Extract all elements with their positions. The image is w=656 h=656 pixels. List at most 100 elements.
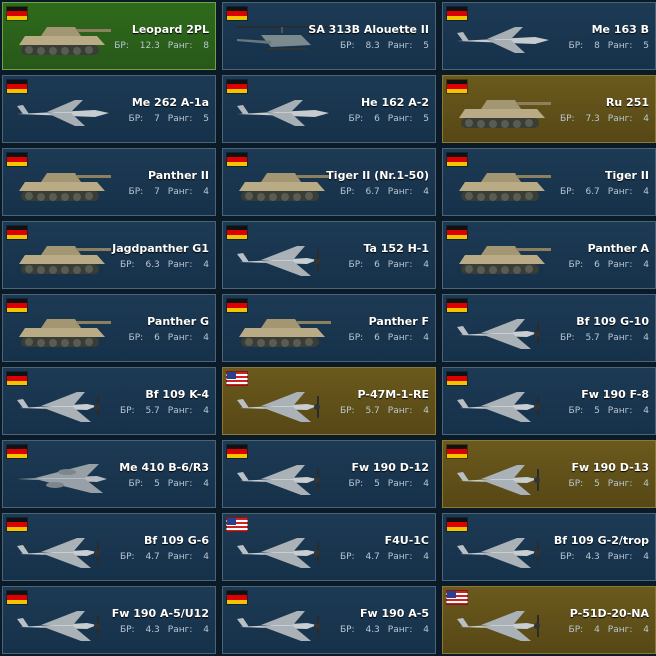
vehicle-name: Ru 251 <box>605 96 649 109</box>
vehicle-name: Leopard 2PL <box>131 23 209 36</box>
vehicle-card[interactable]: Bf 109 G-10 БР: 5.7 Ранг: 4 <box>442 294 656 362</box>
br-stat: БР: 6 <box>348 114 380 124</box>
br-stat: БР: 12.3 <box>114 41 160 51</box>
vehicle-card[interactable]: Bf 109 G-6 БР: 4.7 Ранг: 4 <box>2 513 216 581</box>
vehicle-card[interactable]: SA 313B Alouette II БР: 8.3 Ранг: 5 <box>222 2 436 70</box>
br-stat: БР: 5.7 <box>559 333 600 343</box>
rank-stat: Ранг: 4 <box>387 552 429 562</box>
vehicle-card[interactable]: Bf 109 K-4 БР: 5.7 Ранг: 4 <box>2 367 216 435</box>
vehicle-stats: БР: 6 Ранг: 5 <box>349 114 429 124</box>
vehicle-card[interactable]: Fw 190 A-5/U12 БР: 4.3 Ранг: 4 <box>2 586 216 654</box>
vehicle-stats: БР: 5 Ранг: 4 <box>349 479 429 489</box>
vehicle-image <box>237 246 320 276</box>
vehicle-card[interactable]: Leopard 2PL БР: 12.3 Ранг: 8 <box>2 2 216 70</box>
vehicle-image <box>237 392 320 422</box>
br-stat: БР: 7.3 <box>559 114 600 124</box>
vehicle-name: Fw 190 A-5/U12 <box>111 607 209 620</box>
rank-stat: Ранг: 8 <box>167 41 209 51</box>
vehicle-card[interactable]: F4U-1C БР: 4.7 Ранг: 4 <box>222 513 436 581</box>
vehicle-stats: БР: 6 Ранг: 4 <box>349 260 429 270</box>
vehicle-stats: БР: 6.7 Ранг: 4 <box>560 187 649 197</box>
br-stat: БР: 5 <box>568 406 600 416</box>
rank-stat: Ранг: 4 <box>167 479 209 489</box>
rank-stat: Ранг: 4 <box>167 187 209 197</box>
vehicle-card[interactable]: Fw 190 D-13 БР: 5 Ранг: 4 <box>442 440 656 508</box>
br-stat: БР: 4.7 <box>339 552 380 562</box>
vehicle-stats: БР: 4.3 Ранг: 4 <box>120 625 209 635</box>
vehicle-image <box>457 392 540 422</box>
vehicle-image <box>17 464 107 493</box>
vehicle-stats: БР: 8.3 Ранг: 5 <box>340 41 429 51</box>
vehicle-card[interactable]: Bf 109 G-2/trop БР: 4.3 Ранг: 4 <box>442 513 656 581</box>
vehicle-image <box>457 319 540 349</box>
rank-stat: Ранг: 5 <box>387 41 429 51</box>
vehicle-name: Panther II <box>147 169 209 182</box>
vehicle-name: Me 163 B <box>591 23 649 36</box>
vehicle-name: Me 262 A-1a <box>131 96 209 109</box>
rank-stat: Ранг: 4 <box>387 260 429 270</box>
vehicle-name: Fw 190 A-5 <box>359 607 429 620</box>
vehicle-card[interactable]: Fw 190 A-5 БР: 4.3 Ранг: 4 <box>222 586 436 654</box>
br-stat: БР: 6 <box>568 260 600 270</box>
vehicle-card[interactable]: Tiger II БР: 6.7 Ранг: 4 <box>442 148 656 216</box>
vehicle-card[interactable]: Panther II БР: 7 Ранг: 4 <box>2 148 216 216</box>
vehicle-stats: БР: 6 Ранг: 4 <box>569 260 649 270</box>
vehicle-name: P-47M-1-RE <box>357 388 429 401</box>
vehicle-stats: БР: 12.3 Ранг: 8 <box>114 41 209 51</box>
vehicle-card[interactable]: Ru 251 БР: 7.3 Ранг: 4 <box>442 75 656 143</box>
vehicle-name: Fw 190 D-12 <box>351 461 429 474</box>
vehicle-card[interactable]: Panther A БР: 6 Ранг: 4 <box>442 221 656 289</box>
vehicle-name: Fw 190 D-13 <box>571 461 649 474</box>
vehicle-stats: БР: 5 Ранг: 4 <box>129 479 209 489</box>
vehicle-stats: БР: 6.3 Ранг: 4 <box>120 260 209 270</box>
vehicle-name: Bf 109 G-6 <box>143 534 209 547</box>
br-stat: БР: 4.3 <box>119 625 160 635</box>
vehicle-card[interactable]: Tiger II (Nr.1-50) БР: 6.7 Ранг: 4 <box>222 148 436 216</box>
rank-stat: Ранг: 4 <box>167 552 209 562</box>
vehicle-card[interactable]: Ta 152 H-1 БР: 6 Ранг: 4 <box>222 221 436 289</box>
vehicle-image <box>19 246 111 274</box>
vehicle-name: Panther G <box>147 315 209 328</box>
vehicle-name: SA 313B Alouette II <box>308 23 429 36</box>
vehicle-card[interactable]: Panther G БР: 6 Ранг: 4 <box>2 294 216 362</box>
vehicle-card[interactable]: Jagdpanther G1 БР: 6.3 Ранг: 4 <box>2 221 216 289</box>
vehicle-card[interactable]: He 162 A-2 БР: 6 Ранг: 5 <box>222 75 436 143</box>
vehicle-image <box>459 173 551 201</box>
vehicle-name: Tiger II <box>604 169 649 182</box>
vehicle-name: Ta 152 H-1 <box>363 242 429 255</box>
vehicle-card[interactable]: Me 262 A-1a БР: 7 Ранг: 5 <box>2 75 216 143</box>
rank-stat: Ранг: 4 <box>607 625 649 635</box>
rank-stat: Ранг: 5 <box>387 114 429 124</box>
vehicle-name: Bf 109 G-2/trop <box>553 534 649 547</box>
vehicle-image <box>239 173 331 201</box>
rank-stat: Ранг: 4 <box>167 406 209 416</box>
vehicle-image <box>237 465 320 495</box>
vehicle-card[interactable]: Panther F БР: 6 Ранг: 4 <box>222 294 436 362</box>
vehicle-name: He 162 A-2 <box>360 96 429 109</box>
vehicle-card[interactable]: Fw 190 D-12 БР: 5 Ранг: 4 <box>222 440 436 508</box>
vehicle-image <box>237 611 320 641</box>
vehicle-name: P-51D-20-NA <box>569 607 649 620</box>
vehicle-image <box>19 27 111 55</box>
rank-stat: Ранг: 5 <box>607 41 649 51</box>
rank-stat: Ранг: 4 <box>387 479 429 489</box>
vehicle-image <box>459 100 551 128</box>
vehicle-name: Panther F <box>368 315 429 328</box>
vehicle-name: Bf 109 K-4 <box>145 388 209 401</box>
vehicle-stats: БР: 5.7 Ранг: 4 <box>340 406 429 416</box>
vehicle-card[interactable]: P-51D-20-NA БР: 4 Ранг: 4 <box>442 586 656 654</box>
vehicle-card[interactable]: Fw 190 F-8 БР: 5 Ранг: 4 <box>442 367 656 435</box>
vehicle-card[interactable]: Me 163 B БР: 8 Ранг: 5 <box>442 2 656 70</box>
vehicle-image <box>457 611 540 641</box>
vehicle-name: F4U-1C <box>384 534 429 547</box>
br-stat: БР: 4.3 <box>559 552 600 562</box>
rank-stat: Ранг: 4 <box>167 625 209 635</box>
br-stat: БР: 4 <box>568 625 600 635</box>
vehicle-card[interactable]: P-47M-1-RE БР: 5.7 Ранг: 4 <box>222 367 436 435</box>
rank-stat: Ранг: 4 <box>607 114 649 124</box>
vehicle-stats: БР: 6 Ранг: 4 <box>349 333 429 343</box>
vehicle-card[interactable]: Me 410 B-6/R3 БР: 5 Ранг: 4 <box>2 440 216 508</box>
br-stat: БР: 6 <box>348 260 380 270</box>
rank-stat: Ранг: 4 <box>607 406 649 416</box>
vehicle-stats: БР: 7 Ранг: 4 <box>129 187 209 197</box>
